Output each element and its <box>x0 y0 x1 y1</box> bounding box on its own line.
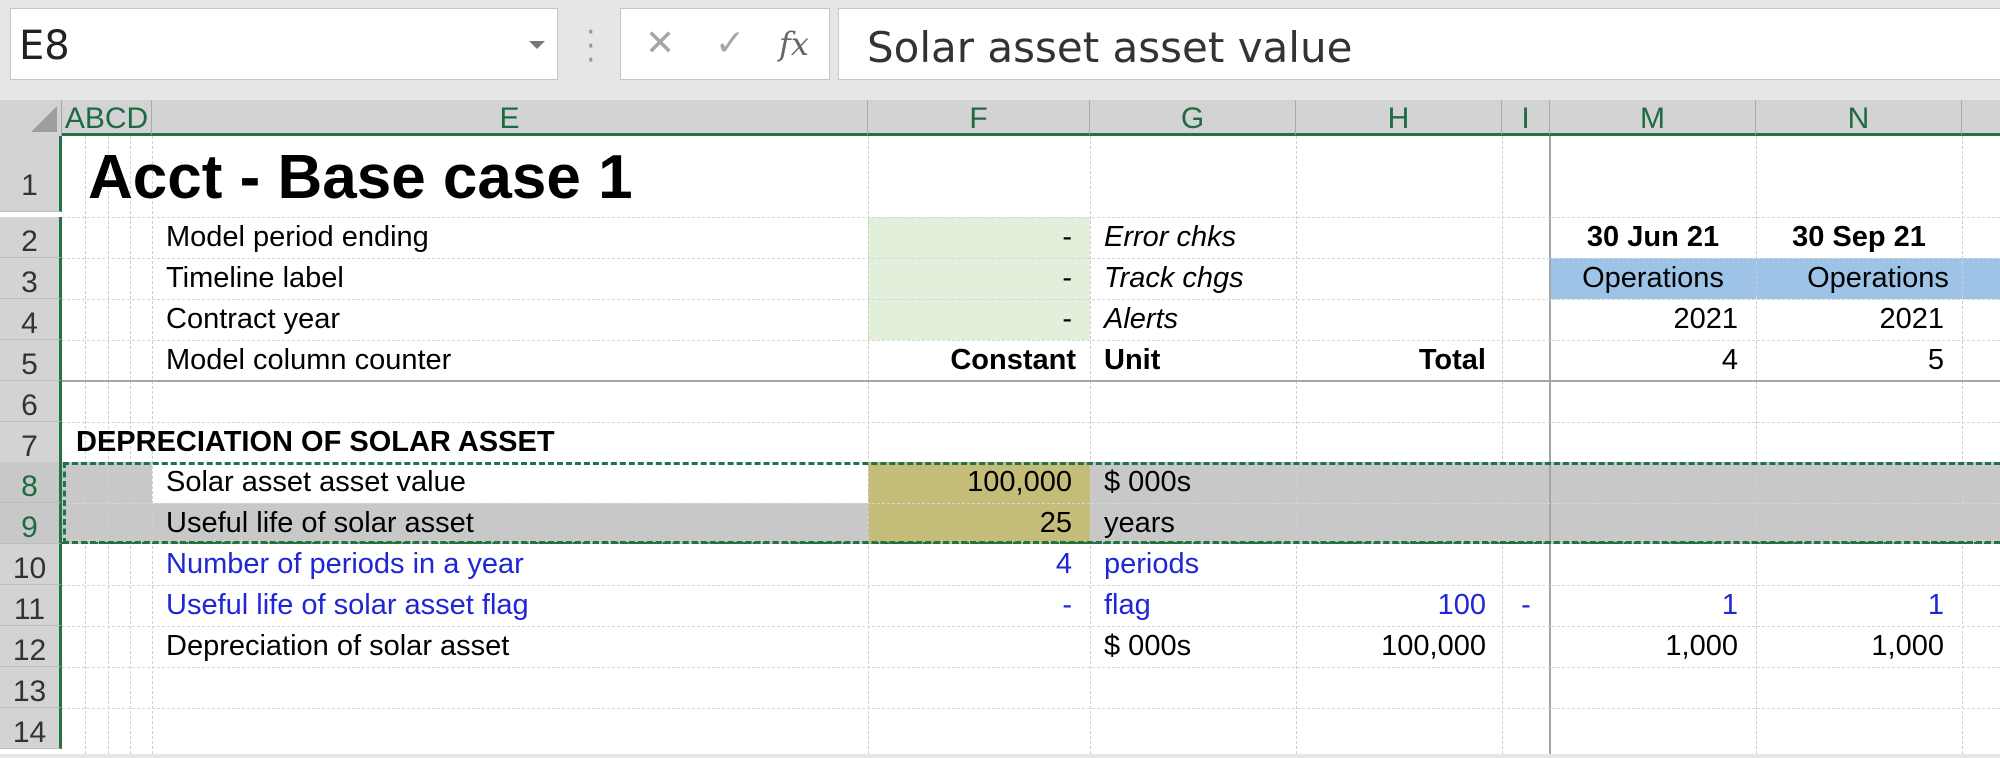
cell-m11[interactable]: 1 <box>1550 585 1738 626</box>
column-header-g[interactable]: G <box>1090 100 1296 136</box>
cell-n11[interactable]: 1 <box>1756 585 1944 626</box>
cell-f5[interactable]: Constant <box>868 340 1076 381</box>
cell-f4[interactable]: - <box>868 299 1072 340</box>
row-header-9[interactable]: 9 <box>0 503 62 544</box>
chevron-down-icon[interactable] <box>529 41 545 49</box>
row-header-5[interactable]: 5 <box>0 340 62 381</box>
gridline-vertical <box>1502 136 1503 754</box>
cell-m4[interactable]: 2021 <box>1550 299 1738 340</box>
column-header-i[interactable]: I <box>1502 100 1550 136</box>
select-all-icon <box>31 106 57 132</box>
column-header-e[interactable]: E <box>152 100 868 136</box>
cell-e12[interactable]: Depreciation of solar asset <box>166 626 509 667</box>
cell-f3[interactable]: - <box>868 258 1072 299</box>
row-header-12[interactable]: 12 <box>0 626 62 667</box>
cell-g2[interactable]: Error chks <box>1104 217 1236 258</box>
cell-m2[interactable]: 30 Jun 21 <box>1550 217 1756 258</box>
cell-h11[interactable]: 100 <box>1296 585 1486 626</box>
cell-m12[interactable]: 1,000 <box>1550 626 1738 667</box>
row-header-3[interactable]: 3 <box>0 258 62 299</box>
cell-e5[interactable]: Model column counter <box>166 340 451 381</box>
cell-g5[interactable]: Unit <box>1104 340 1160 381</box>
insert-function-icon[interactable]: fx <box>779 25 809 63</box>
row-header-1[interactable]: 1 <box>0 136 62 212</box>
name-box[interactable]: E8 <box>10 8 558 80</box>
cell-f10[interactable]: 4 <box>868 544 1072 585</box>
column-header-f[interactable]: F <box>868 100 1090 136</box>
cell-h5[interactable]: Total <box>1296 340 1486 381</box>
cell-g12[interactable]: $ 000s <box>1104 626 1191 667</box>
cell-g9[interactable]: years <box>1104 503 1175 544</box>
worksheet-grid[interactable]: ABCD E F G H I M N 1 2 3 4 5 6 7 8 9 10 … <box>0 100 2000 754</box>
row-header-13[interactable]: 13 <box>0 667 62 708</box>
row-header-8[interactable]: 8 <box>0 462 62 503</box>
row-header-2[interactable]: 2 <box>0 217 62 258</box>
cell-g4[interactable]: Alerts <box>1104 299 1178 340</box>
cell-f8[interactable]: 100,000 <box>868 462 1072 503</box>
sheet-title[interactable]: Acct - Base case 1 <box>88 144 633 212</box>
cell-e4[interactable]: Contract year <box>166 299 340 340</box>
column-header-next[interactable] <box>1962 100 2000 136</box>
cell-n3[interactable]: Operations <box>1756 258 2000 299</box>
gridline-vertical <box>1090 136 1091 754</box>
select-all-corner[interactable] <box>0 100 62 136</box>
formula-buttons: ✕ ✓ fx <box>620 8 830 80</box>
row-header-14[interactable]: 14 <box>0 708 62 749</box>
cell-e2[interactable]: Model period ending <box>166 217 429 258</box>
cell-i11[interactable]: - <box>1502 585 1550 626</box>
cell-e11[interactable]: Useful life of solar asset flag <box>166 585 529 626</box>
column-header-n[interactable]: N <box>1756 100 1962 136</box>
row-header-4[interactable]: 4 <box>0 299 62 340</box>
row-header-11[interactable]: 11 <box>0 585 62 626</box>
cell-e9[interactable]: Useful life of solar asset <box>166 503 474 544</box>
column-header-abcd[interactable]: ABCD <box>62 100 152 136</box>
cell-n4[interactable]: 2021 <box>1756 299 1944 340</box>
cell-m5[interactable]: 4 <box>1550 340 1738 381</box>
cell-g11[interactable]: flag <box>1104 585 1151 626</box>
gridline-horizontal <box>62 667 2000 668</box>
cell-e10[interactable]: Number of periods in a year <box>166 544 524 585</box>
cell-f9[interactable]: 25 <box>868 503 1072 544</box>
formula-input[interactable]: Solar asset asset value <box>838 8 2000 80</box>
cell-f2[interactable]: - <box>868 217 1072 258</box>
cell-n12[interactable]: 1,000 <box>1756 626 1944 667</box>
row-header-7[interactable]: 7 <box>0 422 62 463</box>
more-options-icon[interactable]: · · · <box>586 18 596 76</box>
cell-e3[interactable]: Timeline label <box>166 258 344 299</box>
cell-g10[interactable]: periods <box>1104 544 1199 585</box>
cell-g3[interactable]: Track chgs <box>1104 258 1244 299</box>
formula-bar: E8 · · · ✕ ✓ fx Solar asset asset value <box>0 0 2000 100</box>
gridline-vertical <box>1962 136 1963 754</box>
column-header-h[interactable]: H <box>1296 100 1502 136</box>
cell-n5[interactable]: 5 <box>1756 340 1944 381</box>
row-header-10[interactable]: 10 <box>0 544 62 585</box>
cell-h12[interactable]: 100,000 <box>1296 626 1486 667</box>
formula-content: Solar asset asset value <box>867 23 1353 72</box>
cell-e8[interactable]: Solar asset asset value <box>166 462 466 503</box>
cancel-icon[interactable]: ✕ <box>645 23 675 64</box>
cell-g8[interactable]: $ 000s <box>1104 462 1191 503</box>
gridline-horizontal <box>62 708 2000 709</box>
enter-icon[interactable]: ✓ <box>715 23 745 64</box>
cell-n2[interactable]: 30 Sep 21 <box>1756 217 1962 258</box>
cell-m3[interactable]: Operations <box>1550 258 1756 299</box>
section-heading[interactable]: DEPRECIATION OF SOLAR ASSET <box>76 422 555 463</box>
cell-f11[interactable]: - <box>868 585 1072 626</box>
name-box-value: E8 <box>19 23 70 69</box>
row-header-6[interactable]: 6 <box>0 381 62 422</box>
column-header-m[interactable]: M <box>1550 100 1756 136</box>
